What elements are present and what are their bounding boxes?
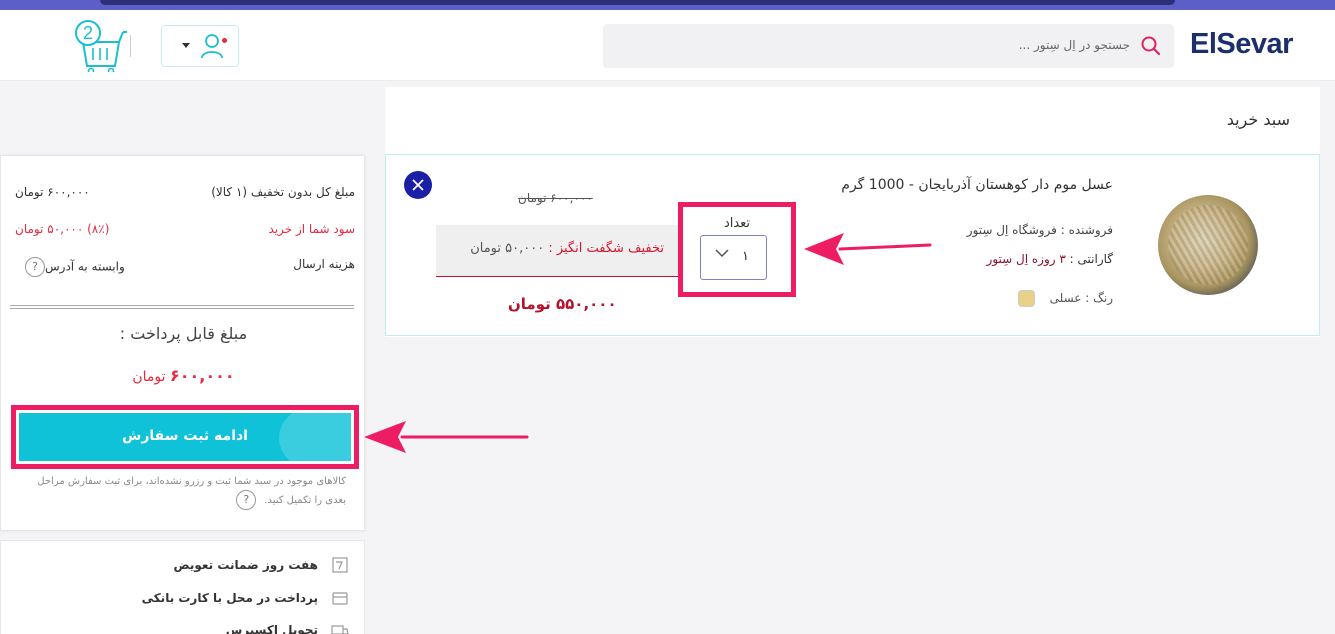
payable-amount: ۶۰۰,۰۰۰ تومان xyxy=(132,366,235,385)
feature-item: تحویل اکسپرس xyxy=(226,620,350,634)
summary-profit-row: سود شما از خرید (۸٪) ۵۰,۰۰۰ تومان xyxy=(15,222,355,242)
chevron-down-icon xyxy=(715,249,729,258)
submit-highlight: ادامه ثبت سفارش xyxy=(11,405,359,469)
continue-order-button[interactable]: ادامه ثبت سفارش xyxy=(19,413,351,461)
warranty-text: گارانتی : ۳ روزه اِل سِتور xyxy=(986,252,1113,266)
summary-total-row: مبلغ کل بدون تخفیف (۱ کالا) ۶۰۰,۰۰۰ توما… xyxy=(15,185,355,205)
express-delivery-icon xyxy=(331,625,349,634)
summary-total-label: مبلغ کل بدون تخفیف (۱ کالا) xyxy=(211,185,355,199)
discount-text: تخفیف شگفت انگیز : ۵۰,۰۰۰ تومان xyxy=(470,241,664,256)
seven-days-icon xyxy=(332,557,348,573)
search-input[interactable]: جستجو در اِل سِتور ... xyxy=(603,24,1174,68)
user-menu-button[interactable] xyxy=(161,25,239,67)
final-price: ۵۵۰,۰۰۰ تومان xyxy=(508,295,617,313)
old-price: ۶۰۰,۰۰۰ تومان xyxy=(518,191,593,205)
summary-total-value: ۶۰۰,۰۰۰ تومان xyxy=(15,185,90,199)
annotation-arrow-qty xyxy=(804,233,932,265)
annotation-arrow-submit xyxy=(364,421,529,453)
order-summary: مبلغ کل بدون تخفیف (۱ کالا) ۶۰۰,۰۰۰ توما… xyxy=(0,155,365,531)
color-swatch xyxy=(1018,290,1035,307)
help-icon[interactable]: ? xyxy=(25,257,45,277)
button-glow xyxy=(279,413,351,461)
page-title: سبد خرید xyxy=(1226,110,1290,129)
feature-item: هفت روز ضمانت تعویض xyxy=(173,555,350,575)
header-divider xyxy=(130,35,131,57)
summary-profit-label: سود شما از خرید xyxy=(268,222,356,236)
summary-profit-value: (۸٪) ۵۰,۰۰۰ تومان xyxy=(15,222,110,236)
discount-box: تخفیف شگفت انگیز : ۵۰,۰۰۰ تومان xyxy=(436,225,678,277)
cart-count-badge: 2 xyxy=(75,20,101,46)
remove-item-button[interactable] xyxy=(404,171,432,199)
quantity-label: تعداد xyxy=(723,216,751,231)
card-payment-icon xyxy=(332,592,348,605)
logo[interactable]: ElSevar xyxy=(1190,28,1293,61)
cart-button[interactable]: 2 xyxy=(75,20,127,72)
top-strip xyxy=(0,0,1335,10)
quantity-highlight: تعداد ۱ xyxy=(678,202,796,297)
cart-panel: سبد خرید عسل موم دار کوهستان آذربایجان -… xyxy=(385,87,1320,337)
feature-item: پرداخت در محل با کارت بانکی xyxy=(142,588,350,608)
product-title[interactable]: عسل موم دار کوهستان آذربایجان - 1000 گرم xyxy=(841,177,1113,193)
payable-label: مبلغ قابل پرداخت : xyxy=(119,324,248,343)
caret-down-icon xyxy=(182,43,190,48)
features-panel: هفت روز ضمانت تعویض پرداخت در محل با کار… xyxy=(0,540,365,634)
top-strip-pill xyxy=(100,0,1175,5)
cart-note: کالاهای موجود در سبد شما ثبت و رزرو نشده… xyxy=(31,473,346,510)
help-icon[interactable]: ? xyxy=(236,490,257,510)
quantity-value: ۱ xyxy=(742,249,749,264)
summary-shipping-label: هزینه ارسال xyxy=(293,257,355,271)
summary-shipping-value: وابسته به آدرس? xyxy=(15,257,125,277)
header: ElSevar جستجو در اِل سِتور ... 2 xyxy=(0,10,1335,81)
seller-text: فروشنده : فروشگاه اِل سِتور xyxy=(966,223,1113,237)
close-icon xyxy=(412,179,424,191)
user-icon xyxy=(201,34,223,59)
summary-shipping-row: هزینه ارسال وابسته به آدرس? xyxy=(15,257,355,277)
search-icon[interactable] xyxy=(1140,35,1162,57)
quantity-select[interactable]: ۱ xyxy=(700,235,767,280)
notification-dot xyxy=(222,38,227,43)
color-text: رنگ : عسلی xyxy=(1049,291,1113,305)
summary-divider xyxy=(10,305,354,309)
product-image[interactable] xyxy=(1158,195,1258,295)
search-placeholder: جستجو در اِل سِتور ... xyxy=(1018,38,1130,52)
